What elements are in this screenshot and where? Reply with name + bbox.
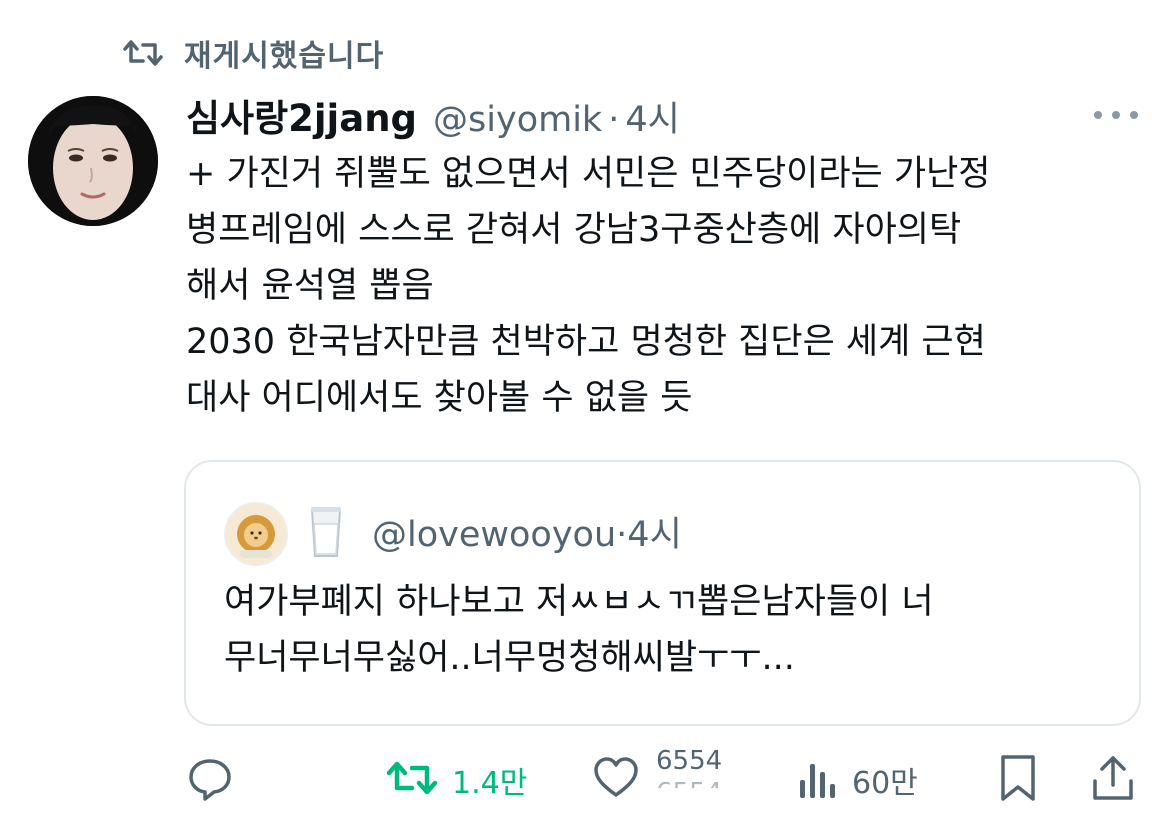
like-count-transition: 6554 <box>656 780 723 798</box>
reply-icon <box>186 754 234 806</box>
share-button[interactable] <box>1090 750 1136 810</box>
quote-avatar[interactable] <box>224 502 288 566</box>
display-name[interactable]: 심사랑2jjang <box>186 88 417 142</box>
bookmark-icon <box>998 753 1038 807</box>
quote-line: 여가부폐지 하나보고 저ㅆㅂㅅㄲ뽑은남자들이 너 <box>224 582 934 622</box>
heart-icon <box>592 754 640 806</box>
tweet-body: + 가진거 쥐뿔도 없으면서 서민은 민주당이라는 가난정 병프레임에 스스로 … <box>186 146 1146 426</box>
repost-count: 1.4만 <box>452 766 528 801</box>
quote-time[interactable]: 4시 <box>627 515 681 555</box>
quote-body: 여가부폐지 하나보고 저ㅆㅂㅅㄲ뽑은남자들이 너 무너무너무싫어..너무멍청해씨… <box>224 574 1124 686</box>
separator-dot: · <box>608 100 620 140</box>
more-icon[interactable] <box>1094 100 1138 130</box>
tweet-header: 심사랑2jjang @siyomik · 4시 <box>186 88 680 144</box>
separator-dot: · <box>616 515 628 555</box>
views-icon <box>798 756 838 804</box>
tweet-line: 해서 윤석열 뽑음 <box>186 266 434 306</box>
action-bar: 1.4만 6554 6554 60만 <box>0 740 1170 824</box>
like-count: 6554 <box>656 746 723 776</box>
quote-line: 무너무너무싫어..너무멍청해씨발ㅜㅜ... <box>224 638 795 678</box>
tweet-time[interactable]: 4시 <box>625 91 679 142</box>
tweet-line: + 가진거 쥐뿔도 없으면서 서민은 민주당이라는 가난정 <box>186 154 991 194</box>
repost-icon <box>386 756 438 804</box>
repost-banner-text: 재게시했습니다 <box>184 39 385 74</box>
tweet-line: 2030 한국남자만큼 천박하고 멍청한 집단은 세계 근현 <box>186 322 986 362</box>
reply-button[interactable] <box>186 750 234 810</box>
like-button[interactable] <box>592 750 640 810</box>
quote-meta: @lovewooyou·4시 <box>372 506 682 557</box>
tweet-line: 병프레임에 스스로 갇혀서 강남3구중산층에 자아의탁 <box>186 210 962 250</box>
repost-button[interactable]: 1.4만 <box>386 750 527 810</box>
user-handle[interactable]: @siyomik <box>433 100 602 140</box>
quote-tweet-card[interactable]: @lovewooyou·4시 여가부폐지 하나보고 저ㅆㅂㅅㄲ뽑은남자들이 너 … <box>184 460 1141 726</box>
repost-icon <box>120 30 166 76</box>
bookmark-button[interactable] <box>998 750 1038 810</box>
views-count: 60만 <box>852 766 918 801</box>
quote-handle[interactable]: @lovewooyou <box>372 515 616 555</box>
avatar[interactable] <box>28 96 158 226</box>
share-icon <box>1090 753 1136 807</box>
tweet-line: 대사 어디에서도 찾아볼 수 없을 듯 <box>186 378 693 418</box>
views-button[interactable]: 60만 <box>798 750 918 810</box>
repost-banner: 재게시했습니다 <box>120 30 384 76</box>
milk-icon <box>304 502 348 562</box>
